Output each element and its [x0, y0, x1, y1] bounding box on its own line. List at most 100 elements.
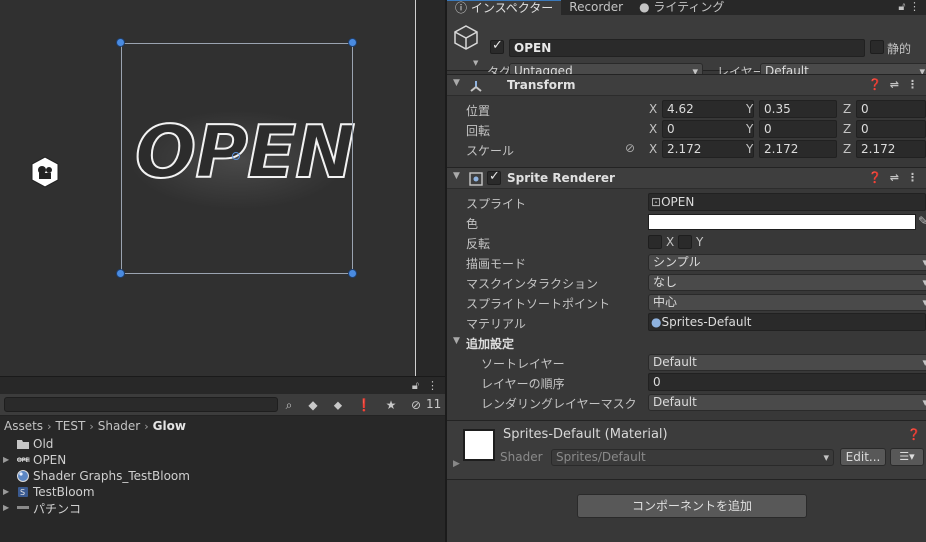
expand-arrow-icon[interactable]: ▶ [3, 500, 9, 516]
sprite-renderer-enabled-checkbox[interactable] [487, 169, 501, 185]
sort-point-row: スプライトソートポイント 中心 [447, 293, 926, 313]
flip-row: 反転 X Y [466, 235, 704, 251]
color-row: 色 ✎ [447, 213, 926, 233]
rotation-z-field[interactable]: 0 [856, 120, 926, 138]
fold-arrow-icon[interactable]: ▼ [453, 78, 460, 88]
mask-interaction-dropdown[interactable]: なし [648, 274, 926, 291]
static-checkbox[interactable] [870, 40, 884, 54]
camera-gizmo-icon[interactable] [28, 155, 62, 189]
asset-item-open[interactable]: ▶ OPEN OPEN [0, 452, 446, 468]
project-tabbar: 🔓︎ ⋮ [0, 377, 446, 394]
static-label: 静的 [887, 42, 912, 56]
resize-handle-bottom-left[interactable] [116, 269, 125, 278]
scale-z-field[interactable]: 2.172 [856, 140, 926, 158]
shader-options-button[interactable]: ☰▾ [890, 448, 924, 466]
rotation-y-field[interactable]: 0 [759, 120, 837, 138]
kebab-menu-icon[interactable]: ⋮ [427, 379, 438, 392]
breadcrumb-shader[interactable]: Shader [98, 419, 141, 433]
asset-label: Shader Graphs_TestBloom [33, 469, 190, 483]
flip-x-checkbox[interactable] [648, 235, 662, 249]
expand-arrow-icon[interactable]: ▶ [3, 484, 9, 500]
component-menu-icons[interactable]: ❓⇌⋮ [868, 78, 926, 91]
expand-arrow-icon[interactable]: ▶ [3, 452, 9, 468]
material-section: Sprites-Default (Material) ❓ ▶ Shader Sp… [447, 420, 926, 480]
star-icon[interactable]: ★ [383, 397, 399, 413]
breadcrumb-test[interactable]: TEST [55, 419, 85, 433]
asset-item-testbloom[interactable]: ▶ S TestBloom [0, 484, 446, 500]
transform-title: Transform [507, 78, 576, 92]
sort-point-dropdown[interactable]: 中心 [648, 294, 926, 311]
search-by-type-icon[interactable]: ⌕ [281, 397, 297, 413]
help-icon[interactable]: ❓ [907, 428, 921, 441]
position-y-field[interactable]: 0.35 [759, 100, 837, 118]
eyedropper-icon[interactable]: ✎ [918, 214, 926, 228]
breadcrumb-glow[interactable]: Glow [153, 419, 186, 433]
project-panel: 🔓︎ ⋮ ⌕ ◆ ⬥ ❗ ★ ⊘ 11 Assets › TEST › Shad… [0, 376, 446, 542]
additional-settings-row[interactable]: ▼ 追加設定 [447, 333, 926, 353]
material-thumbnail[interactable] [463, 429, 495, 461]
flip-y-checkbox[interactable] [678, 235, 692, 249]
fold-arrow-icon[interactable]: ▼ [453, 336, 460, 346]
pivot-handle[interactable] [232, 152, 240, 160]
order-in-layer-row: レイヤーの順序 0 [447, 373, 926, 393]
rendering-layer-mask-row: レンダリングレイヤーマスク Default [447, 393, 926, 413]
search-by-label-icon[interactable]: ◆ [305, 397, 321, 413]
active-checkbox[interactable] [490, 38, 504, 54]
edit-shader-button[interactable]: Edit... [840, 448, 886, 466]
warning-icon[interactable]: ❗ [356, 397, 372, 413]
link-scale-icon[interactable]: ⊘ [625, 141, 635, 155]
sprite-row: スプライト ⊡OPEN [447, 193, 926, 213]
resize-handle-top-left[interactable] [116, 38, 125, 47]
color-swatch[interactable] [648, 214, 916, 230]
dropdown-arrow-icon[interactable]: ▼ [473, 59, 478, 67]
lock-icon[interactable]: 🔓︎ ⋮ [898, 0, 920, 14]
bulb-icon: ● [639, 0, 654, 14]
rendering-layer-mask-dropdown[interactable]: Default [648, 394, 926, 411]
lock-icon[interactable]: 🔓︎ [412, 379, 419, 393]
sprite-renderer-icon [469, 172, 483, 186]
chevron-right-icon: › [47, 419, 52, 433]
asset-item-pachinko[interactable]: ▶ パチンコ [0, 500, 446, 516]
rotation-row: 回転 X 0 Y 0 Z 0 [447, 120, 926, 140]
tag-icon[interactable]: ⬥ [330, 397, 346, 413]
inspector-tabbar: ⓘ インスペクター Recorder ● ライティング 🔓︎ ⋮ [447, 0, 926, 15]
sprite-field[interactable]: ⊡OPEN [648, 193, 926, 211]
tab-lighting[interactable]: ● ライティング [631, 0, 732, 15]
scale-x-field[interactable]: 2.172 [662, 140, 754, 158]
position-z-field[interactable]: 0 [856, 100, 926, 118]
sprite-icon [17, 506, 29, 509]
search-input[interactable] [4, 397, 278, 412]
tab-recorder[interactable]: Recorder [561, 0, 631, 15]
breadcrumb-assets[interactable]: Assets [4, 419, 43, 433]
scale-y-field[interactable]: 2.172 [759, 140, 837, 158]
sorting-layer-dropdown[interactable]: Default [648, 354, 926, 371]
scene-gap [416, 0, 446, 376]
transform-header[interactable]: ▼ Transform ❓⇌⋮ [447, 74, 926, 96]
hidden-count: 11 [426, 397, 442, 411]
rotation-x-field[interactable]: 0 [662, 120, 754, 138]
resize-handle-top-right[interactable] [348, 38, 357, 47]
shader-dropdown[interactable]: Sprites/Default [551, 449, 834, 466]
resize-handle-bottom-right[interactable] [348, 269, 357, 278]
draw-mode-row: 描画モード シンプル [447, 253, 926, 273]
folder-icon [17, 440, 29, 449]
asset-item-shader-graphs-testbloom[interactable]: Shader Graphs_TestBloom [0, 468, 446, 484]
gameobject-name-field[interactable]: OPEN [509, 39, 865, 57]
tab-inspector[interactable]: ⓘ インスペクター [447, 0, 562, 15]
material-field[interactable]: ●Sprites-Default [648, 313, 926, 331]
chevron-right-icon: › [144, 419, 149, 433]
eye-hidden-icon[interactable]: ⊘ [408, 397, 424, 413]
asset-item-old[interactable]: Old [0, 436, 446, 452]
fold-arrow-icon[interactable]: ▶ [453, 459, 460, 469]
scale-row: スケール ⊘ X 2.172 Y 2.172 Z 2.172 [447, 140, 926, 160]
fold-arrow-icon[interactable]: ▼ [453, 171, 460, 181]
scene-view[interactable]: OPEN [0, 0, 416, 376]
order-in-layer-field[interactable]: 0 [648, 373, 926, 391]
gameobject-cube-icon[interactable] [453, 24, 479, 50]
add-component-button[interactable]: コンポーネントを追加 [577, 494, 807, 518]
material-title: Sprites-Default (Material) [503, 427, 668, 442]
position-x-field[interactable]: 4.62 [662, 100, 754, 118]
sprite-renderer-header[interactable]: ▼ Sprite Renderer ❓⇌⋮ [447, 167, 926, 189]
component-menu-icons[interactable]: ❓⇌⋮ [868, 171, 926, 184]
draw-mode-dropdown[interactable]: シンプル [648, 254, 926, 271]
